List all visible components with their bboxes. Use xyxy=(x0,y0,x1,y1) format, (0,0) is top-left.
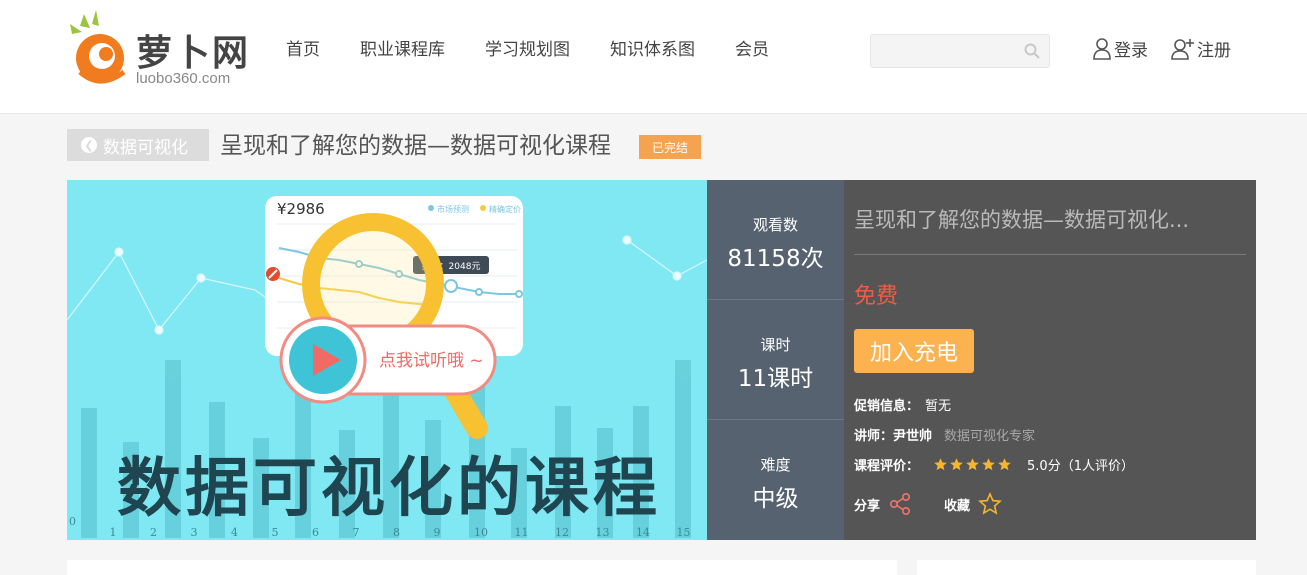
axis-tick-label: 11 xyxy=(515,526,529,539)
rating-key: 课程评价： xyxy=(854,459,920,474)
nav-item-home[interactable]: 首页 xyxy=(286,36,320,64)
register-link[interactable]: 注册 xyxy=(1171,36,1231,61)
star-icon xyxy=(950,458,963,471)
login-link[interactable]: 登录 xyxy=(1092,36,1148,61)
chevron-left-icon: ❮ xyxy=(81,137,97,153)
search-input[interactable] xyxy=(871,35,1011,67)
stat-lessons-label: 课时 xyxy=(760,336,791,354)
add-user-icon xyxy=(1171,38,1194,60)
course-banner[interactable]: 实点：2048元 ¥2986 市场预测 精确定价 点我试听哦 ~ 数据可视化的课… xyxy=(67,180,707,540)
favorite-label: 收藏 xyxy=(944,498,971,514)
teacher-key: 讲师： xyxy=(854,429,894,444)
login-label: 登录 xyxy=(1114,41,1148,61)
axis-tick-label: 7 xyxy=(353,526,360,539)
search-icon[interactable] xyxy=(1023,42,1041,60)
course-stats: 观看数 81158次 课时 11课时 难度 中级 xyxy=(707,180,844,540)
logo-icon xyxy=(70,10,126,84)
price-label: 免费 xyxy=(854,284,899,309)
info-title: 呈现和了解您的数据—数据可视化... xyxy=(854,208,1190,232)
axis-tick-label: 0 xyxy=(69,515,76,528)
register-label: 注册 xyxy=(1197,41,1231,61)
user-icon xyxy=(1093,37,1111,60)
stat-views: 观看数 81158次 xyxy=(707,180,844,300)
nav-item-knowledge-map[interactable]: 知识体系图 xyxy=(610,36,695,64)
stat-difficulty: 难度 中级 xyxy=(707,420,844,540)
trial-play-text[interactable]: 点我试听哦 ~ xyxy=(379,351,484,371)
promo-key: 促销信息： xyxy=(854,399,920,414)
axis-tick-label: 10 xyxy=(474,526,488,539)
logo-domain: luobo360.com xyxy=(136,70,231,87)
stat-difficulty-label: 难度 xyxy=(760,456,791,474)
share-icon xyxy=(890,492,911,516)
course-content-panel xyxy=(67,560,897,575)
rating-stars xyxy=(933,457,1013,472)
teacher-name[interactable]: 尹世帅 xyxy=(893,425,932,444)
rating-text: 5.0分（1人评价） xyxy=(1027,459,1134,474)
star-icon xyxy=(982,458,995,471)
axis-tick-label: 12 xyxy=(555,526,569,539)
axis-tick-label: 8 xyxy=(393,526,400,539)
stat-lessons: 课时 11课时 xyxy=(707,300,844,420)
star-icon xyxy=(966,458,979,471)
axis-tick-label: 14 xyxy=(636,526,650,539)
axis-tick-label: 1 xyxy=(110,526,117,539)
search-box xyxy=(870,34,1050,68)
join-course-button[interactable]: 加入充电 xyxy=(854,329,974,373)
stat-views-label: 观看数 xyxy=(752,216,798,234)
favorite-button[interactable]: 收藏 xyxy=(944,492,1002,516)
axis-tick-label: 9 xyxy=(434,526,441,539)
nav-item-career-courses[interactable]: 职业课程库 xyxy=(360,36,445,64)
banner-headline: 数据可视化的课程 xyxy=(117,452,661,526)
page-title: 呈现和了解您的数据—数据可视化课程 xyxy=(220,133,611,159)
sidebar-panel xyxy=(917,560,1256,575)
axis-tick-label: 4 xyxy=(231,526,238,539)
logo-wordmark: 萝卜网 xyxy=(136,33,251,74)
divider xyxy=(854,254,1246,255)
axis-tick-label: 2 xyxy=(150,526,157,539)
status-badge: 已完结 xyxy=(639,135,701,159)
axis-tick-label: 3 xyxy=(191,526,198,539)
star-icon xyxy=(934,458,947,471)
share-button[interactable]: 分享 xyxy=(854,492,912,516)
star-outline-icon xyxy=(978,492,1002,515)
axis-tick-label: 6 xyxy=(312,526,319,539)
nav-item-learning-plan[interactable]: 学习规划图 xyxy=(485,36,570,64)
breadcrumb-label: 数据可视化 xyxy=(103,137,188,158)
legend-label-b: 精确定价 xyxy=(489,204,521,214)
site-header: 萝卜网 luobo360.com 首页 职业课程库 学习规划图 知识体系图 会员… xyxy=(0,0,1307,114)
promo-value: 暂无 xyxy=(925,399,952,414)
nav-item-membership[interactable]: 会员 xyxy=(735,36,769,64)
axis-tick-label: 13 xyxy=(596,526,610,539)
rating-row: 课程评价： 5.0分（1人评价） xyxy=(854,455,1134,474)
teacher-row: 讲师： 尹世帅 数据可视化专家 xyxy=(854,425,1035,444)
banner-illustration: 实点：2048元 ¥2986 市场预测 精确定价 点我试听哦 ~ 数据可视化的课… xyxy=(67,196,707,539)
chart-price-tag: ¥2986 xyxy=(277,200,325,218)
breadcrumb-back-button[interactable]: ❮ 数据可视化 xyxy=(67,129,209,161)
star-icon xyxy=(998,458,1011,471)
promo-row: 促销信息： 暂无 xyxy=(854,395,951,414)
stat-difficulty-value: 中级 xyxy=(752,486,799,512)
stat-views-value: 81158次 xyxy=(727,246,824,272)
main-nav: 首页 职业课程库 学习规划图 知识体系图 会员 xyxy=(286,36,809,64)
course-info-panel: 呈现和了解您的数据—数据可视化... 免费 加入充电 促销信息： 暂无 讲师： … xyxy=(844,180,1256,540)
axis-tick-label: 15 xyxy=(677,526,691,539)
axis-tick-label: 5 xyxy=(272,526,279,539)
teacher-title: 数据可视化专家 xyxy=(944,429,1036,444)
site-logo[interactable]: 萝卜网 luobo360.com xyxy=(66,8,256,92)
stat-lessons-value: 11课时 xyxy=(737,366,814,392)
actions-row: 分享 收藏 xyxy=(854,492,1034,516)
legend-label-a: 市场预测 xyxy=(437,204,469,214)
share-label: 分享 xyxy=(854,498,881,514)
